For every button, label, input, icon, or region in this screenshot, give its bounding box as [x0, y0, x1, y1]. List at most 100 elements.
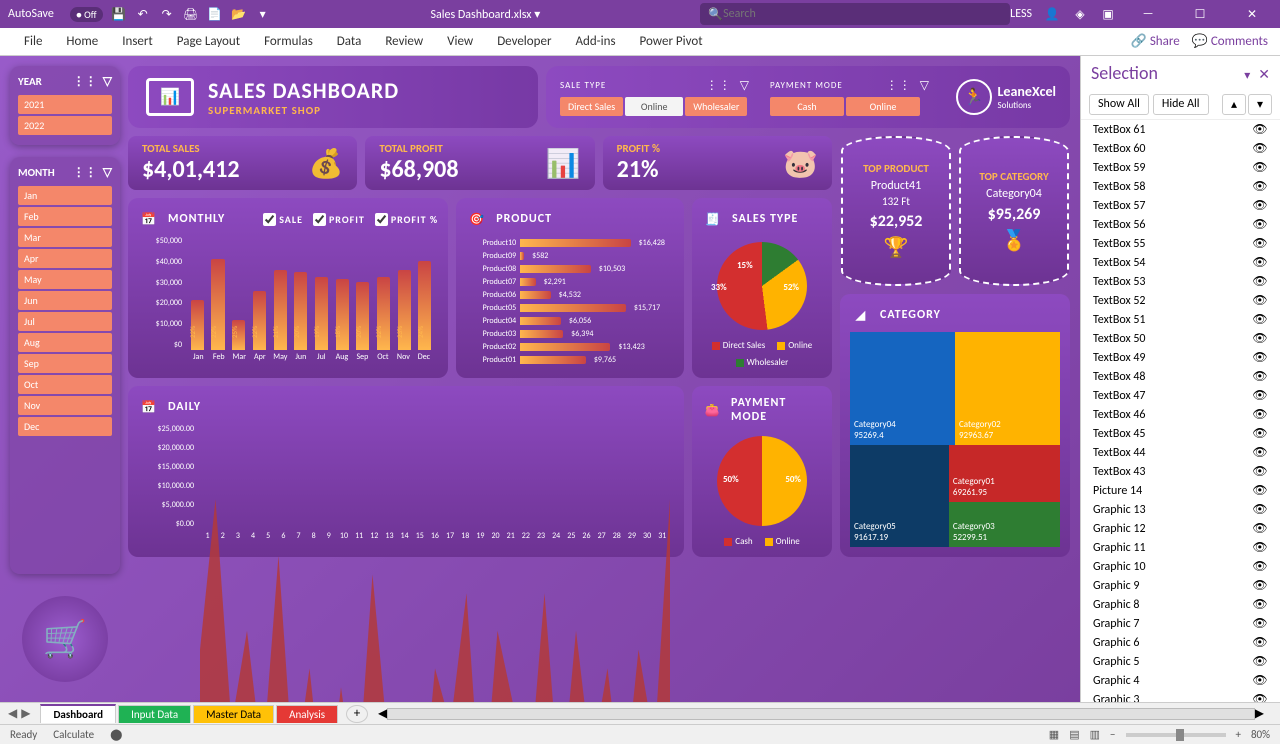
macro-record-icon[interactable]: ⬤	[110, 728, 122, 741]
tab-page-layout[interactable]: Page Layout	[165, 30, 252, 53]
clear-filter-icon[interactable]: ▽	[103, 74, 112, 89]
tab-view[interactable]: View	[435, 30, 485, 53]
selection-item[interactable]: TextBox 50👁	[1081, 329, 1280, 348]
selection-item[interactable]: TextBox 44👁	[1081, 443, 1280, 462]
multiselect-icon[interactable]: ⋮⋮	[886, 78, 912, 93]
check-sale[interactable]: SALE	[263, 213, 303, 226]
visibility-icon[interactable]: 👁	[1252, 578, 1268, 593]
month-jan[interactable]: Jan	[18, 186, 112, 205]
visibility-icon[interactable]: 👁	[1252, 673, 1268, 688]
selection-item[interactable]: TextBox 45👁	[1081, 424, 1280, 443]
diamond-icon[interactable]: ◈	[1072, 6, 1088, 22]
share-button[interactable]: 🔗 Share	[1131, 34, 1180, 49]
autosave-toggle[interactable]: ● Off	[70, 7, 103, 22]
prev-sheet-icon[interactable]: ◀	[8, 706, 17, 721]
month-mar[interactable]: Mar	[18, 228, 112, 247]
check-profit[interactable]: PROFIT	[313, 213, 365, 226]
selection-item[interactable]: TextBox 57👁	[1081, 196, 1280, 215]
tab-power-pivot[interactable]: Power Pivot	[628, 30, 715, 53]
visibility-icon[interactable]: 👁	[1252, 597, 1268, 612]
visibility-icon[interactable]: 👁	[1252, 654, 1268, 669]
visibility-icon[interactable]: 👁	[1252, 692, 1268, 702]
undo-icon[interactable]: ↶	[135, 6, 151, 22]
multiselect-icon[interactable]: ⋮⋮	[73, 74, 97, 89]
minimize-icon[interactable]: —	[1128, 0, 1168, 28]
selection-item[interactable]: Graphic 4👁	[1081, 671, 1280, 690]
sale-type-direct[interactable]: Direct Sales	[560, 97, 623, 116]
comments-button[interactable]: 💬 Comments	[1192, 34, 1268, 49]
visibility-icon[interactable]: 👁	[1252, 255, 1268, 270]
year-2022[interactable]: 2022	[18, 116, 112, 135]
tab-file[interactable]: File	[12, 30, 54, 53]
visibility-icon[interactable]: 👁	[1252, 388, 1268, 403]
tab-home[interactable]: Home	[54, 30, 110, 53]
visibility-icon[interactable]: 👁	[1252, 141, 1268, 156]
app-icon[interactable]: ▣	[1100, 6, 1116, 22]
selection-item[interactable]: TextBox 59👁	[1081, 158, 1280, 177]
month-feb[interactable]: Feb	[18, 207, 112, 226]
selection-item[interactable]: TextBox 61👁	[1081, 120, 1280, 139]
visibility-icon[interactable]: 👁	[1252, 407, 1268, 422]
zoom-level[interactable]: 80%	[1251, 728, 1270, 741]
month-dec[interactable]: Dec	[18, 417, 112, 436]
month-jun[interactable]: Jun	[18, 291, 112, 310]
selection-item[interactable]: TextBox 47👁	[1081, 386, 1280, 405]
filename-dropdown-icon[interactable]: ▾	[534, 8, 540, 22]
visibility-icon[interactable]: 👁	[1252, 616, 1268, 631]
selection-item[interactable]: Graphic 6👁	[1081, 633, 1280, 652]
clear-filter-icon[interactable]: ▽	[920, 78, 930, 93]
selection-item[interactable]: Graphic 5👁	[1081, 652, 1280, 671]
visibility-icon[interactable]: 👁	[1252, 122, 1268, 137]
scroll-right-icon[interactable]: ▶	[1255, 706, 1264, 721]
move-up-icon[interactable]: ▴	[1222, 94, 1246, 115]
tab-review[interactable]: Review	[373, 30, 435, 53]
clear-filter-icon[interactable]: ▽	[103, 165, 112, 180]
visibility-icon[interactable]: 👁	[1252, 502, 1268, 517]
visibility-icon[interactable]: 👁	[1252, 331, 1268, 346]
visibility-icon[interactable]: 👁	[1252, 483, 1268, 498]
year-2021[interactable]: 2021	[18, 95, 112, 114]
maximize-icon[interactable]: ☐	[1180, 0, 1220, 28]
visibility-icon[interactable]: 👁	[1252, 559, 1268, 574]
month-jul[interactable]: Jul	[18, 312, 112, 331]
new-icon[interactable]: 📄	[207, 6, 223, 22]
selection-item[interactable]: TextBox 56👁	[1081, 215, 1280, 234]
selection-item[interactable]: Graphic 10👁	[1081, 557, 1280, 576]
selection-item[interactable]: TextBox 51👁	[1081, 310, 1280, 329]
save-icon[interactable]: 💾	[111, 6, 127, 22]
sale-type-online[interactable]: Online	[625, 97, 683, 116]
search-box[interactable]: 🔍	[700, 3, 1010, 25]
selection-item[interactable]: Graphic 9👁	[1081, 576, 1280, 595]
selection-item[interactable]: TextBox 52👁	[1081, 291, 1280, 310]
selection-item[interactable]: Picture 14👁	[1081, 481, 1280, 500]
selection-item[interactable]: TextBox 48👁	[1081, 367, 1280, 386]
visibility-icon[interactable]: 👁	[1252, 540, 1268, 555]
visibility-icon[interactable]: 👁	[1252, 350, 1268, 365]
scroll-left-icon[interactable]: ◀	[378, 706, 387, 721]
tab-insert[interactable]: Insert	[110, 30, 165, 53]
clear-filter-icon[interactable]: ▽	[740, 78, 750, 93]
visibility-icon[interactable]: 👁	[1252, 293, 1268, 308]
visibility-icon[interactable]: 👁	[1252, 179, 1268, 194]
worksheet-area[interactable]: YEAR ⋮⋮▽ 20212022 MONTH ⋮⋮▽ JanFebMarApr…	[0, 56, 1080, 702]
tab-formulas[interactable]: Formulas	[252, 30, 325, 53]
month-nov[interactable]: Nov	[18, 396, 112, 415]
tab-add-ins[interactable]: Add-ins	[563, 30, 627, 53]
sale-type-wholesaler[interactable]: Wholesaler	[685, 97, 747, 116]
visibility-icon[interactable]: 👁	[1252, 369, 1268, 384]
multiselect-icon[interactable]: ⋮⋮	[73, 165, 97, 180]
selection-item[interactable]: TextBox 43👁	[1081, 462, 1280, 481]
selection-item[interactable]: TextBox 49👁	[1081, 348, 1280, 367]
view-break-icon[interactable]: ▥	[1090, 728, 1100, 741]
visibility-icon[interactable]: 👁	[1252, 236, 1268, 251]
move-down-icon[interactable]: ▾	[1248, 94, 1272, 115]
view-page-icon[interactable]: ▤	[1069, 728, 1079, 741]
show-all-button[interactable]: Show All	[1089, 94, 1149, 115]
open-icon[interactable]: 📂	[231, 6, 247, 22]
selection-item[interactable]: TextBox 58👁	[1081, 177, 1280, 196]
visibility-icon[interactable]: 👁	[1252, 274, 1268, 289]
tab-data[interactable]: Data	[325, 30, 374, 53]
selection-item[interactable]: Graphic 8👁	[1081, 595, 1280, 614]
selection-item[interactable]: TextBox 54👁	[1081, 253, 1280, 272]
selection-close-icon[interactable]: ✕	[1258, 66, 1270, 83]
